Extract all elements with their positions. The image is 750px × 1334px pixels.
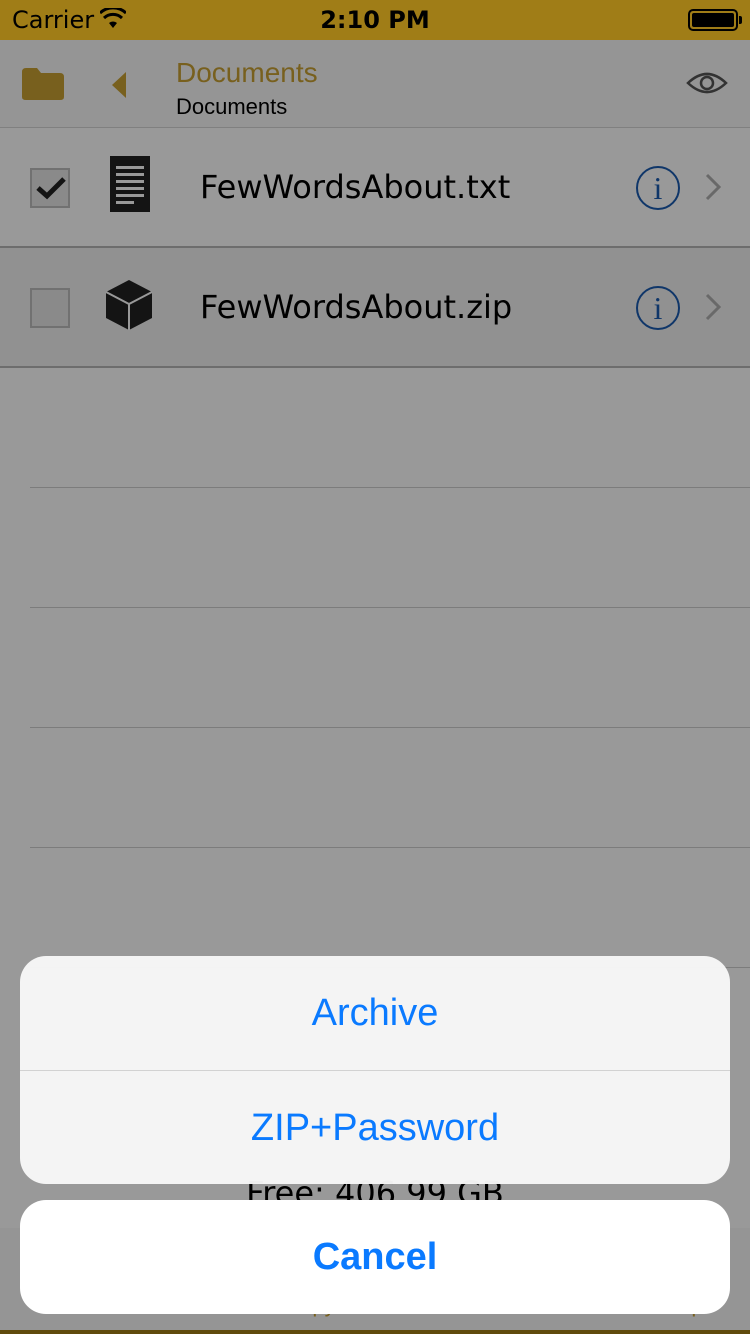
status-bar: Carrier 2:10 PM — [0, 0, 750, 40]
archive-action-button[interactable]: Archive — [20, 956, 730, 1070]
action-sheet: Archive ZIP+Password — [20, 956, 730, 1184]
cancel-button[interactable]: Cancel — [20, 1200, 730, 1314]
battery-icon — [688, 9, 742, 31]
clock: 2:10 PM — [320, 6, 430, 34]
zip-password-action-button[interactable]: ZIP+Password — [20, 1070, 730, 1184]
